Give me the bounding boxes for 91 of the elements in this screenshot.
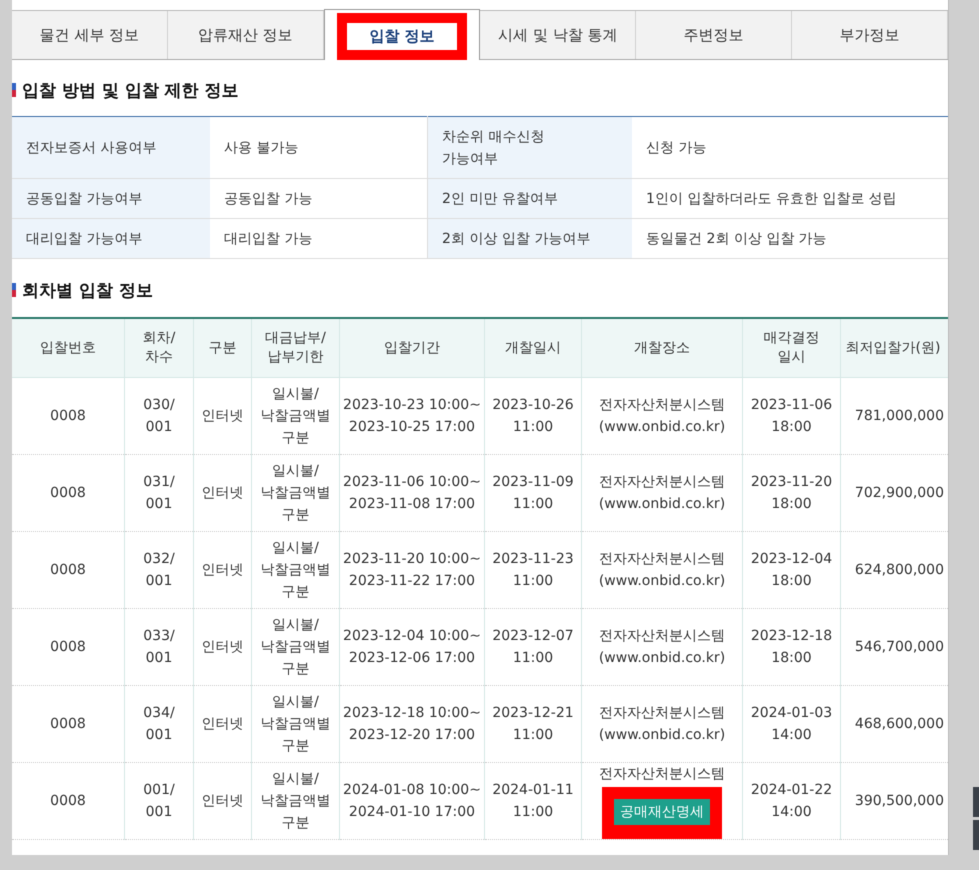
tab[interactable]: 물건 세부 정보 <box>12 11 168 59</box>
table-cell-text: 2023-12-04 10:00~ 2023-12-06 17:00 <box>343 628 481 666</box>
table-label-cell: 2회 이상 입찰 가능여부 <box>428 218 632 258</box>
table-cell-text: (www.onbid.co.kr) <box>598 495 726 514</box>
table-cell-text: 0008 <box>50 562 86 578</box>
table-cell-text: 001/ 001 <box>143 782 175 820</box>
tab[interactable]: 부가정보 <box>792 11 948 59</box>
table-cell-text: 468,600,000 <box>854 716 944 732</box>
table-cell-text: 2023-11-09 11:00 <box>492 474 574 512</box>
column-header: 매각결정 일시 <box>742 318 840 378</box>
tab-label: 물건 세부 정보 <box>38 24 140 46</box>
table-cell-text: 2023-10-26 11:00 <box>492 397 574 435</box>
table-cell-text: (www.onbid.co.kr) <box>598 572 726 591</box>
tab-label: 시세 및 낙찰 통계 <box>497 24 619 46</box>
table-cell-text: 일시불/ 낙찰금액별 구분 <box>260 540 330 600</box>
column-header: 구분 <box>194 318 252 378</box>
table-cell-text: 031/ 001 <box>143 474 175 512</box>
table-cell-text: 전자자산처분시스템 <box>599 627 725 646</box>
tab-label: 주변정보 <box>682 24 745 46</box>
table-cell: 동일물건 2회 이상 입찰 가능 <box>632 218 948 258</box>
table-cell-text: 2023-12-04 18:00 <box>750 551 832 589</box>
table-cell-text: 2023-11-06 18:00 <box>750 397 832 435</box>
table-cell-text: 전자자산처분시스템 <box>599 396 725 415</box>
table-cell-text: 2023-12-07 11:00 <box>492 628 574 666</box>
column-header: 개찰장소 <box>582 318 742 378</box>
table-cell-text: 0008 <box>50 639 86 655</box>
table-cell-text: 2023-11-23 11:00 <box>492 551 574 589</box>
table-cell-text: (www.onbid.co.kr) <box>598 418 726 437</box>
table-cell-text: 일시불/ 낙찰금액별 구분 <box>260 617 330 677</box>
table-cell-text: 624,800,000 <box>854 562 944 578</box>
table-cell-text: (www.onbid.co.kr) <box>598 649 726 668</box>
column-header: 입찰번호 <box>12 318 124 378</box>
table-cell-text: 일시불/ 낙찰금액별 구분 <box>260 694 330 754</box>
section-title: 입찰 방법 및 입찰 제한 정보 <box>22 80 239 102</box>
table-cell-text: 전자자산처분시스템 <box>599 765 725 784</box>
table-cell-text: (www.onbid.co.kr) <box>598 726 726 745</box>
table-cell-text: 일시불/ 낙찰금액별 구분 <box>260 771 330 831</box>
table-cell-text: 0008 <box>50 485 86 501</box>
table-cell-text: 2023-11-20 10:00~ 2023-11-22 17:00 <box>343 551 481 589</box>
table-label-cell: 대리입찰 가능여부 <box>12 218 210 258</box>
table-cell-text: 전자자산처분시스템 <box>599 550 725 569</box>
table-label-cell: 전자보증서 사용여부 <box>12 116 210 178</box>
table-cell-text: 034/ 001 <box>143 705 175 743</box>
column-header: 입찰기간 <box>340 318 484 378</box>
table-cell-text: 인터넷 <box>202 716 244 732</box>
tab[interactable]: 입찰 정보 <box>324 9 480 60</box>
table-cell-text: 2023-10-23 10:00~ 2023-10-25 17:00 <box>343 397 481 435</box>
table-cell-text: 인터넷 <box>202 408 244 424</box>
tab-label: 압류재산 정보 <box>196 24 294 46</box>
table-label-cell: 공동입찰 가능여부 <box>12 178 210 218</box>
table-cell-text: 2023-11-06 10:00~ 2023-11-08 17:00 <box>343 474 481 512</box>
table-cell-text: 일시불/ 낙찰금액별 구분 <box>260 386 330 446</box>
column-header: 회차/ 차수 <box>124 318 194 378</box>
table-cell-text: 0008 <box>50 408 86 424</box>
table-cell-text: 인터넷 <box>202 562 244 578</box>
table-cell-text: 032/ 001 <box>143 551 175 589</box>
column-header: 최저입찰가(원) <box>840 318 948 378</box>
table-cell-text: 2024-01-03 14:00 <box>750 705 832 743</box>
table-cell-text: 546,700,000 <box>854 639 944 655</box>
tab[interactable]: 압류재산 정보 <box>168 11 324 59</box>
tab[interactable]: 시세 및 낙찰 통계 <box>480 11 636 59</box>
table-cell-text: 2023-12-18 18:00 <box>750 628 832 666</box>
table-label-cell: 2인 미만 유찰여부 <box>428 178 632 218</box>
table-cell-text: 781,000,000 <box>854 408 944 424</box>
table-cell-text: 일시불/ 낙찰금액별 구분 <box>260 463 330 523</box>
table-cell-text: 2023-12-18 10:00~ 2023-12-20 17:00 <box>343 705 481 743</box>
table-cell-text: 2024-01-11 11:00 <box>492 782 574 820</box>
table-cell-text: 2023-11-20 18:00 <box>750 474 832 512</box>
table-cell-text: 전자자산처분시스템 <box>599 473 725 492</box>
column-header: 대금납부/ 납부기한 <box>252 318 340 378</box>
table-cell: 1인이 입찰하더라도 유효한 입찰로 성립 <box>632 178 948 218</box>
table-cell-text: 0008 <box>50 716 86 732</box>
table-cell-text: 인터넷 <box>202 485 244 501</box>
table-label-cell: 차순위 매수신청 가능여부 <box>428 116 632 178</box>
table-cell-text: 인터넷 <box>202 639 244 655</box>
table-cell-text: 2024-01-22 14:00 <box>750 782 832 820</box>
table-cell-text: 2023-12-21 11:00 <box>492 705 574 743</box>
column-header: 개찰일시 <box>484 318 582 378</box>
tab[interactable]: 주변정보 <box>636 11 792 59</box>
tab-label: 부가정보 <box>838 24 901 46</box>
table-cell-text: 390,500,000 <box>854 793 944 809</box>
table-cell-text: 033/ 001 <box>143 628 175 666</box>
tab-label: 입찰 정보 <box>337 12 467 60</box>
section-title: 회차별 입찰 정보 <box>22 280 153 302</box>
table-cell-text: 전자자산처분시스템 <box>599 704 725 723</box>
table-cell-text: 702,900,000 <box>854 485 944 501</box>
table-cell-text: 0008 <box>50 793 86 809</box>
table-cell: 신청 가능 <box>632 116 948 178</box>
table-cell-text: 2024-01-08 10:00~ 2024-01-10 17:00 <box>343 782 481 820</box>
table-cell-text: 030/ 001 <box>143 397 175 435</box>
table-cell-text: 인터넷 <box>202 793 244 809</box>
